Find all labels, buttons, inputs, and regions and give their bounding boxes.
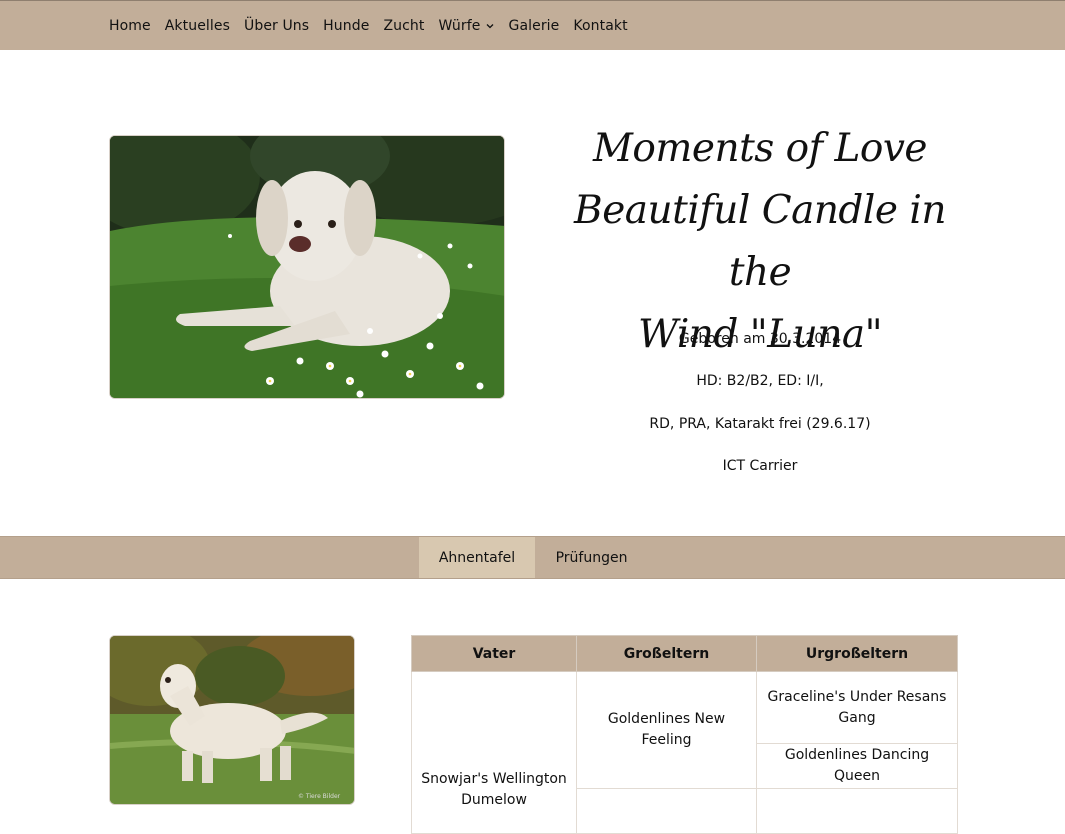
- nav-hunde[interactable]: Hunde: [323, 18, 369, 34]
- nav-galerie[interactable]: Galerie: [509, 18, 560, 34]
- eye-test-result: RD, PRA, Katarakt frei (29.6.17): [649, 416, 871, 432]
- grandparent-cell: Goldenlines New Feeling: [576, 671, 757, 789]
- ict-status: ICT Carrier: [722, 458, 798, 474]
- sire-photo: © Tiere Bilder: [109, 635, 355, 805]
- nav-wuerfe-label: Würfe: [438, 17, 481, 34]
- nav-aktuelles[interactable]: Aktuelles: [165, 18, 230, 34]
- great-grandparent-cell-empty: [756, 788, 958, 834]
- chevron-down-icon: [486, 24, 493, 29]
- father-cell: Snowjar's Wellington Dumelow: [411, 671, 577, 834]
- column-header-urgrosseltern: Urgroßeltern: [756, 635, 958, 672]
- nav-kontakt[interactable]: Kontakt: [573, 18, 627, 34]
- nav-ueber-uns[interactable]: Über Uns: [244, 18, 309, 34]
- dog-name-title: Moments of Love Beautiful Candle in the …: [560, 118, 960, 366]
- main-navigation: Home Aktuelles Über Uns Hunde Zucht Würf…: [0, 0, 1065, 50]
- tab-bar: Ahnentafel Prüfungen: [0, 536, 1065, 579]
- title-line-1: Moments of Love: [593, 126, 927, 171]
- tab-ahnentafel[interactable]: Ahnentafel: [419, 537, 535, 578]
- hd-ed-result: HD: B2/B2, ED: I/I,: [696, 373, 824, 389]
- column-header-grosseltern: Großeltern: [576, 635, 757, 672]
- nav-home[interactable]: Home: [109, 18, 151, 34]
- column-header-vater: Vater: [411, 635, 577, 672]
- pedigree-table: Vater Großeltern Urgroßeltern Snowjar's …: [411, 635, 958, 834]
- title-line-2: Beautiful Candle in the: [574, 188, 946, 295]
- photo-watermark: © Tiere Bilder: [298, 793, 341, 800]
- great-grandparent-cell: Graceline's Under Resans Gang: [756, 671, 958, 744]
- birth-date: Geboren am 30.3.2014: [678, 331, 842, 347]
- tab-pruefungen[interactable]: Prüfungen: [535, 537, 648, 578]
- nav-wuerfe[interactable]: Würfe: [438, 18, 494, 34]
- grandparent-cell-empty: [576, 788, 757, 834]
- nav-zucht[interactable]: Zucht: [383, 18, 424, 34]
- dog-photo-luna: [109, 135, 505, 399]
- great-grandparent-cell: Goldenlines Dancing Queen: [756, 743, 958, 789]
